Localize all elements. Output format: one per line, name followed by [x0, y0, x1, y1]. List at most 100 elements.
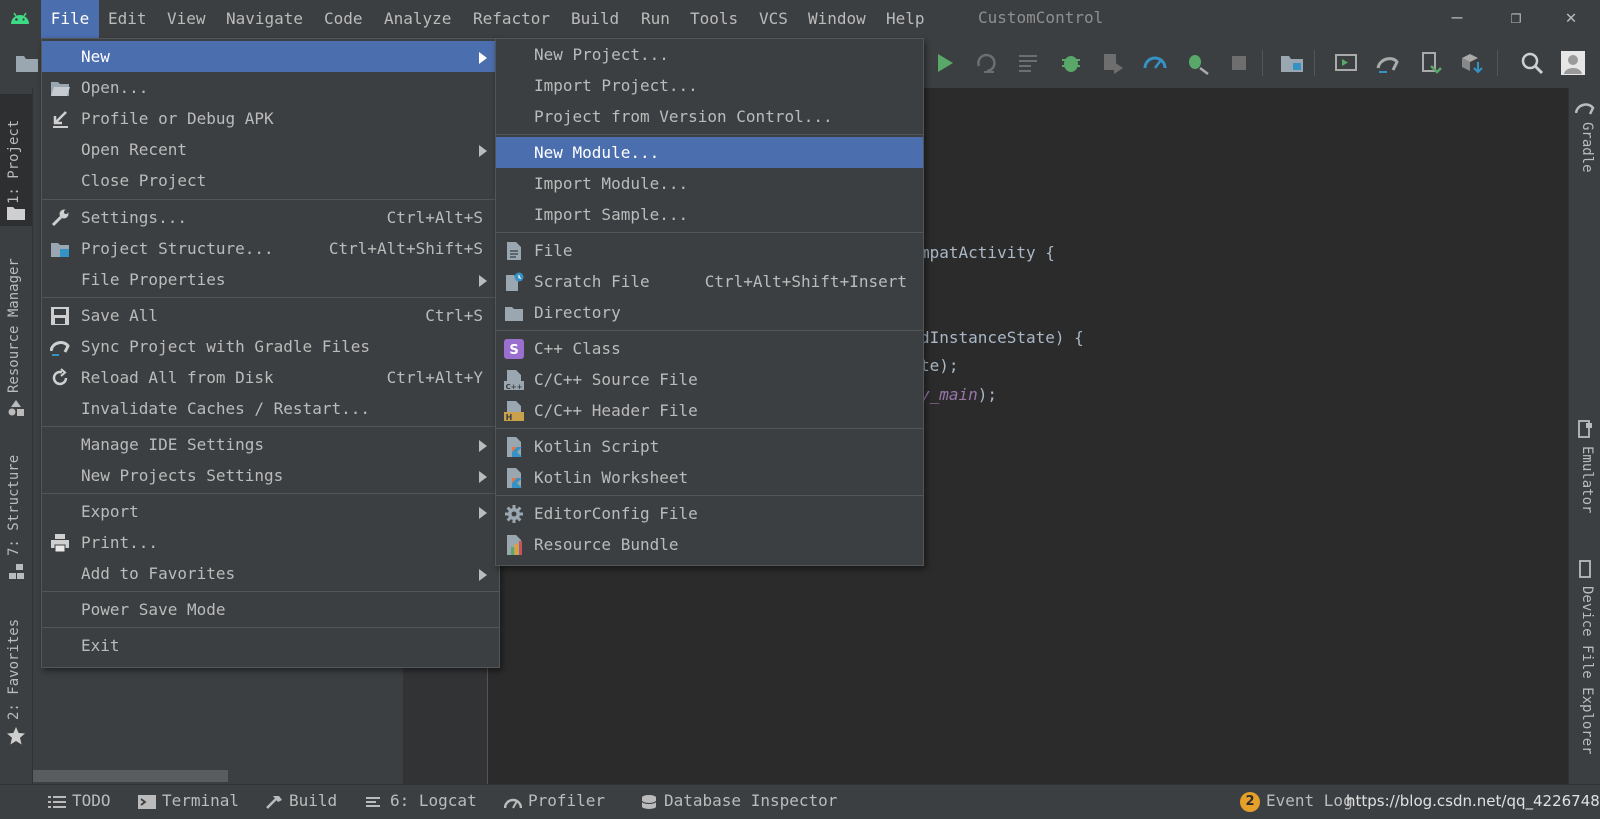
tab-emulator-label: Emulator [1579, 446, 1595, 514]
menu-item-open[interactable]: Open... [42, 72, 499, 103]
tab-project-label: 1: Project [6, 119, 22, 204]
menu-item-exit[interactable]: Exit [42, 630, 499, 661]
menu-item-new-projects-settings[interactable]: New Projects Settings [42, 460, 499, 491]
menu-item-open-recent[interactable]: Open Recent [42, 134, 499, 165]
menu-item-kotlin-script[interactable]: Kotlin Script [496, 431, 923, 462]
tab-device-file-explorer[interactable]: Device File Explorer [1569, 558, 1600, 778]
menu-vcs[interactable]: VCS [759, 0, 788, 38]
menu-item-sync-gradle[interactable]: Sync Project with Gradle Files [42, 331, 499, 362]
menu-item-label: Project from Version Control... [534, 107, 833, 126]
cpp-source-icon: C++ [504, 370, 524, 390]
open-folder-icon [51, 82, 70, 96]
event-log[interactable]: 2 Event Log [1240, 785, 1353, 819]
menu-item-settings[interactable]: Settings... Ctrl+Alt+S [42, 202, 499, 233]
close-button[interactable]: ✕ [1542, 0, 1600, 36]
account-icon[interactable] [1560, 50, 1586, 76]
menu-item-manage-ide-settings[interactable]: Manage IDE Settings [42, 429, 499, 460]
tab-build[interactable]: Build [265, 785, 337, 819]
menu-item-resource-bundle[interactable]: Resource Bundle [496, 529, 923, 560]
menu-window[interactable]: Window [808, 0, 866, 38]
menu-item-shortcut: Ctrl+Alt+S [386, 208, 483, 227]
menu-item-import-module[interactable]: Import Module... [496, 168, 923, 199]
menu-item-save-all[interactable]: Save All Ctrl+S [42, 300, 499, 331]
apply-code-changes-icon[interactable] [1016, 50, 1042, 76]
tab-emulator[interactable]: Emulator [1569, 418, 1600, 528]
menu-item-label: File Properties [81, 270, 226, 289]
apply-changes-icon[interactable] [974, 50, 1000, 76]
menu-item-label: New [81, 47, 110, 66]
profile-icon[interactable] [1142, 50, 1168, 76]
tab-terminal[interactable]: Terminal [138, 785, 239, 819]
stop-icon[interactable] [1226, 50, 1252, 76]
sdk-manager-icon[interactable] [1459, 50, 1485, 76]
tab-gradle[interactable]: Gradle [1569, 98, 1600, 188]
menu-item-project-structure[interactable]: Project Structure... Ctrl+Alt+Shift+S [42, 233, 499, 264]
menu-item-new[interactable]: New [42, 41, 499, 72]
attach-debugger-icon[interactable] [1100, 50, 1126, 76]
tab-profiler[interactable]: Profiler [504, 785, 605, 819]
menu-item-label: Scratch File [534, 272, 650, 291]
project-structure-icon[interactable] [1279, 50, 1305, 76]
menu-item-invalidate-caches[interactable]: Invalidate Caches / Restart... [42, 393, 499, 424]
menu-edit[interactable]: Edit [108, 0, 147, 38]
maximize-button[interactable]: ❐ [1487, 0, 1545, 36]
menu-item-power-save[interactable]: Power Save Mode [42, 594, 499, 625]
menu-item-export[interactable]: Export [42, 496, 499, 527]
menu-code[interactable]: Code [324, 0, 363, 38]
menu-item-new-module[interactable]: New Module... [496, 137, 923, 168]
menu-item-profile-debug-apk[interactable]: Profile or Debug APK [42, 103, 499, 134]
menu-view[interactable]: View [167, 0, 206, 38]
menu-separator [42, 591, 499, 592]
tab-project[interactable]: 1: Project [0, 94, 32, 226]
device-manager-icon[interactable] [1333, 50, 1359, 76]
folder-icon[interactable] [14, 50, 40, 76]
menu-item-reload-disk[interactable]: Reload All from Disk Ctrl+Alt+Y [42, 362, 499, 393]
menu-item-file[interactable]: File [496, 235, 923, 266]
tab-favorites[interactable]: 2: Favorites [0, 608, 32, 778]
menu-item-import-project[interactable]: Import Project... [496, 70, 923, 101]
menu-refactor[interactable]: Refactor [473, 0, 550, 38]
menu-item-project-from-vcs[interactable]: Project from Version Control... [496, 101, 923, 132]
menu-run[interactable]: Run [641, 0, 670, 38]
avd-manager-icon[interactable] [1417, 50, 1443, 76]
menu-item-directory[interactable]: Directory [496, 297, 923, 328]
menu-separator [42, 297, 499, 298]
menu-item-file-properties[interactable]: File Properties [42, 264, 499, 295]
menu-navigate[interactable]: Navigate [226, 0, 303, 38]
svg-text:C++: C++ [506, 383, 523, 390]
menu-item-editorconfig[interactable]: EditorConfig File [496, 498, 923, 529]
menu-item-cpp-header[interactable]: H C/C++ Header File [496, 395, 923, 426]
menu-item-add-favorites[interactable]: Add to Favorites [42, 558, 499, 589]
menu-item-kotlin-worksheet[interactable]: Kotlin Worksheet [496, 462, 923, 493]
search-icon[interactable] [1519, 50, 1545, 76]
run-icon[interactable] [932, 50, 958, 76]
tab-logcat-label: 6: Logcat [390, 791, 477, 810]
tab-resource-manager[interactable]: Resource Manager [0, 243, 32, 423]
debug-attach-icon[interactable] [1184, 50, 1210, 76]
menu-build[interactable]: Build [571, 0, 619, 38]
menu-help[interactable]: Help [886, 0, 925, 38]
folder-icon [7, 207, 25, 220]
menu-item-cpp-class[interactable]: S C++ Class [496, 333, 923, 364]
menu-item-scratch-file[interactable]: Scratch File Ctrl+Alt+Shift+Insert [496, 266, 923, 297]
menu-item-print[interactable]: Print... [42, 527, 499, 558]
menu-item-close-project[interactable]: Close Project [42, 165, 499, 196]
gradle-sync-icon[interactable] [1375, 50, 1401, 76]
event-log-badge: 2 [1240, 791, 1260, 812]
tab-todo[interactable]: TODO [48, 785, 111, 819]
tab-logcat[interactable]: 6: Logcat [366, 785, 477, 819]
gear-icon [505, 505, 523, 523]
menu-item-new-project[interactable]: New Project... [496, 39, 923, 70]
minimize-button[interactable]: — [1428, 0, 1486, 36]
menu-file[interactable]: File [41, 0, 99, 38]
menu-item-cpp-source[interactable]: C++ C/C++ Source File [496, 364, 923, 395]
horizontal-scrollbar[interactable] [33, 770, 228, 782]
menu-analyze[interactable]: Analyze [384, 0, 451, 38]
menu-tools[interactable]: Tools [690, 0, 738, 38]
tab-database-inspector[interactable]: Database Inspector [640, 785, 837, 819]
tab-structure[interactable]: 7: Structure [0, 448, 32, 588]
menu-item-label: Open Recent [81, 140, 187, 159]
menu-item-import-sample[interactable]: Import Sample... [496, 199, 923, 230]
gradle-sync-icon [50, 341, 70, 356]
debug-icon[interactable] [1058, 50, 1084, 76]
